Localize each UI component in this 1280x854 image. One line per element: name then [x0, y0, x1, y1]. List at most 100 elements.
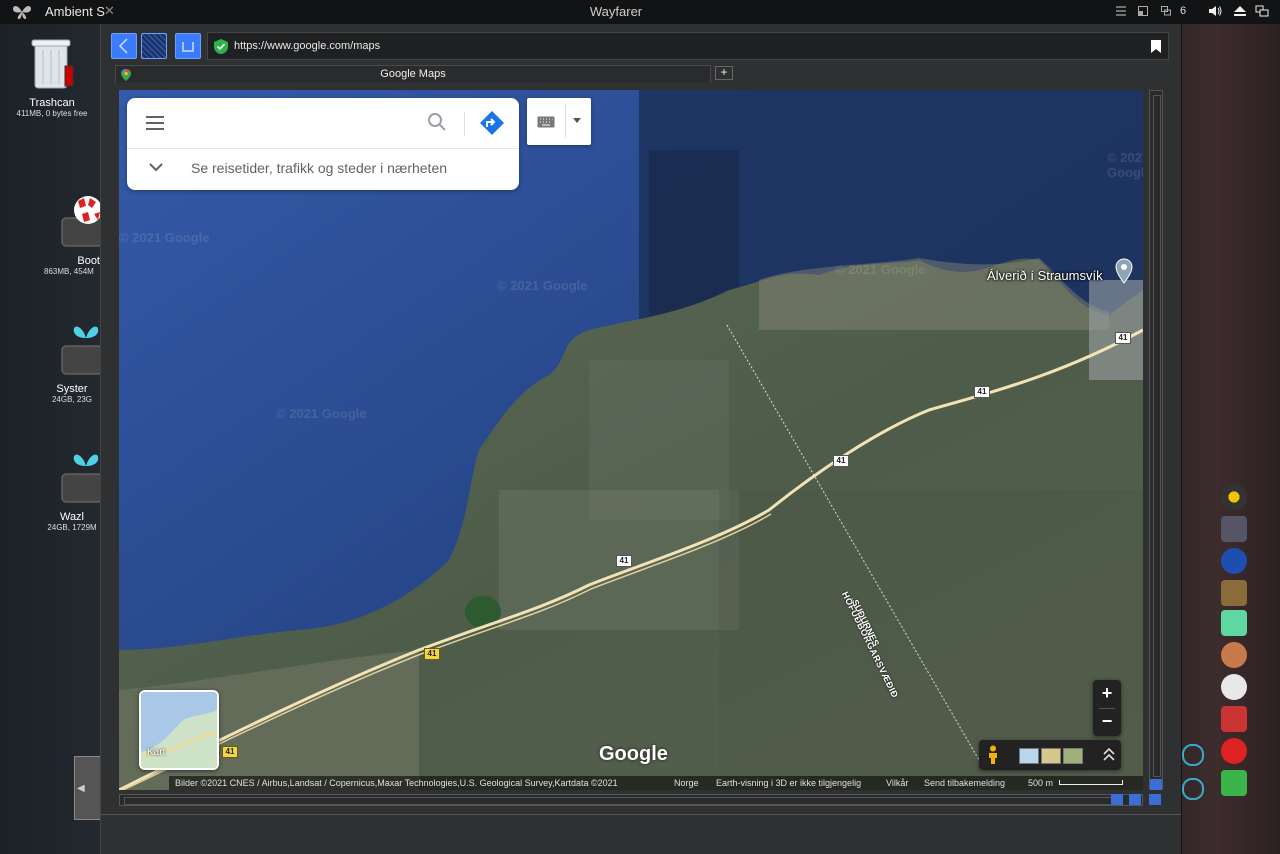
google-logo: Google: [599, 743, 668, 765]
app-icon[interactable]: [1221, 642, 1247, 668]
app-icon[interactable]: [1221, 738, 1247, 764]
app-close-icon[interactable]: ✕: [104, 3, 115, 19]
dropdown-arrow-icon[interactable]: [573, 118, 581, 123]
keyboard-icon: [537, 116, 555, 128]
app-icon[interactable]: [1221, 674, 1247, 700]
screens-icon[interactable]: [1255, 5, 1269, 17]
watermark: © 2021 Google: [497, 278, 588, 293]
dock: [1218, 484, 1250, 804]
app-icon[interactable]: [1221, 580, 1247, 606]
wazl-drive-icon[interactable]: Wazl 24GB, 1729M: [44, 448, 100, 532]
region-link[interactable]: Norge: [674, 778, 699, 788]
zoom-in-button[interactable]: +: [1093, 680, 1121, 708]
reload-icon: [182, 42, 194, 52]
watermark: © 2021 Google: [1107, 150, 1143, 180]
eject-icon[interactable]: [1233, 5, 1247, 17]
scrollbar-thumb[interactable]: [124, 797, 1116, 805]
chevron-up-icon[interactable]: [1103, 748, 1115, 762]
butterfly-drive-icon: [61, 454, 100, 503]
watermark: © 2021 Google: [119, 230, 210, 245]
arrow-left-icon: ◀: [77, 783, 85, 794]
scale-bar: [1059, 780, 1123, 785]
earth-note: Earth-visning i 3D er ikke tilgjengelig: [716, 778, 862, 788]
watermark: © 2021 Google: [835, 262, 926, 277]
scale-label[interactable]: 500 m: [1028, 778, 1053, 788]
back-button[interactable]: [111, 33, 137, 59]
system-drive-icon[interactable]: Syster 24GB, 23G: [44, 320, 100, 404]
zoom-out-button[interactable]: −: [1093, 708, 1121, 736]
boing-ball-drive-icon: [61, 196, 100, 247]
road-shield-41: 41: [616, 555, 632, 567]
road-shield-41: 41: [1115, 332, 1131, 344]
search-panel: Se reisetider, trafikk og steder i nærhe…: [127, 98, 519, 190]
road-shield-41: 41: [833, 455, 849, 467]
directions-icon[interactable]: [479, 110, 505, 136]
window-iconify-icon[interactable]: [1137, 5, 1149, 17]
map-viewport[interactable]: © 2021 Google © 2021 Google © 2021 Googl…: [119, 90, 1143, 790]
search-input[interactable]: [171, 110, 425, 138]
tab-bar: Google Maps +: [109, 64, 1169, 84]
place-pin-icon[interactable]: [1115, 258, 1133, 284]
forward-button[interactable]: [141, 33, 167, 59]
boot-size: 863MB, 454M: [44, 267, 94, 276]
transit-layer-icon[interactable]: [1019, 748, 1039, 764]
clock-icon[interactable]: [1182, 778, 1204, 800]
app-icon[interactable]: [1221, 610, 1247, 636]
zoom-control: + −: [1093, 680, 1121, 736]
scroll-left-button[interactable]: [1111, 794, 1123, 805]
horizontal-scrollbar[interactable]: [119, 794, 1143, 806]
url-bar[interactable]: https://www.google.com/maps: [207, 32, 1169, 60]
scroll-up-button[interactable]: [1150, 779, 1162, 790]
wazl-size: 24GB, 1729M: [47, 523, 97, 532]
chevron-down-icon[interactable]: [149, 162, 163, 172]
arrow-left-icon: [118, 38, 128, 54]
trashcan-desktop-icon[interactable]: Trashcan 411MB, 0 bytes free: [8, 36, 96, 118]
window-title: Wayfarer: [589, 4, 643, 19]
url-text[interactable]: https://www.google.com/maps: [234, 40, 380, 52]
butterfly-drive-icon: [61, 326, 100, 375]
app-icon[interactable]: [1221, 516, 1247, 542]
traffic-layer-icon[interactable]: [1041, 748, 1061, 764]
system-label: Syster: [56, 383, 88, 395]
trashcan-icon: [31, 39, 74, 89]
workspaces-icon[interactable]: [1160, 5, 1172, 17]
search-icon[interactable]: [427, 112, 447, 132]
clock-icon[interactable]: [1182, 744, 1204, 766]
app-icon[interactable]: [1221, 706, 1247, 732]
sdl-app-icon[interactable]: [1221, 548, 1247, 574]
boot-drive-icon[interactable]: Boot 863MB, 454M: [44, 192, 100, 276]
shield-check-icon: [214, 39, 228, 54]
vertical-scrollbar[interactable]: [1149, 90, 1163, 790]
road-shield-41: 41: [424, 648, 440, 660]
trashcan-label: Trashcan: [29, 97, 75, 109]
reload-button[interactable]: [175, 33, 201, 59]
tab-google-maps[interactable]: Google Maps: [115, 65, 711, 83]
bookmark-icon[interactable]: [1150, 39, 1162, 54]
terms-link[interactable]: Vilkår: [886, 778, 908, 788]
layers-bar: [979, 740, 1121, 770]
road-shield-41: 41: [974, 386, 990, 398]
pegman-icon[interactable]: [986, 745, 1000, 765]
scrollbar-thumb[interactable]: [1153, 95, 1161, 777]
terrain-layer-icon[interactable]: [1063, 748, 1083, 764]
nearby-hint[interactable]: Se reisetider, trafikk og steder i nærhe…: [191, 160, 447, 176]
status-separator: [101, 814, 1181, 815]
feedback-link[interactable]: Send tilbakemelding: [924, 778, 1005, 788]
trashcan-size: 411MB, 0 bytes free: [16, 109, 88, 118]
app-icon[interactable]: [1221, 770, 1247, 796]
minimized-window-tab[interactable]: ◀: [74, 756, 102, 820]
new-tab-button[interactable]: +: [715, 66, 733, 80]
input-tools-button[interactable]: [527, 98, 591, 145]
scroll-down-button[interactable]: [1149, 794, 1161, 805]
scroll-right-button[interactable]: [1129, 794, 1141, 805]
hamburger-menu-icon[interactable]: [145, 114, 165, 132]
place-label[interactable]: Álverið í Straumsvík: [987, 268, 1103, 283]
active-app-name[interactable]: Ambient S: [45, 4, 105, 19]
volume-icon[interactable]: [1208, 5, 1222, 17]
app-icon[interactable]: [1221, 484, 1247, 510]
watermark: © 2021 Google: [276, 406, 367, 421]
minimap-label: Kart: [147, 747, 166, 758]
map-type-toggle[interactable]: Kart: [139, 690, 219, 770]
menu-icon[interactable]: [1115, 5, 1127, 17]
butterfly-logo-icon[interactable]: [12, 4, 32, 20]
